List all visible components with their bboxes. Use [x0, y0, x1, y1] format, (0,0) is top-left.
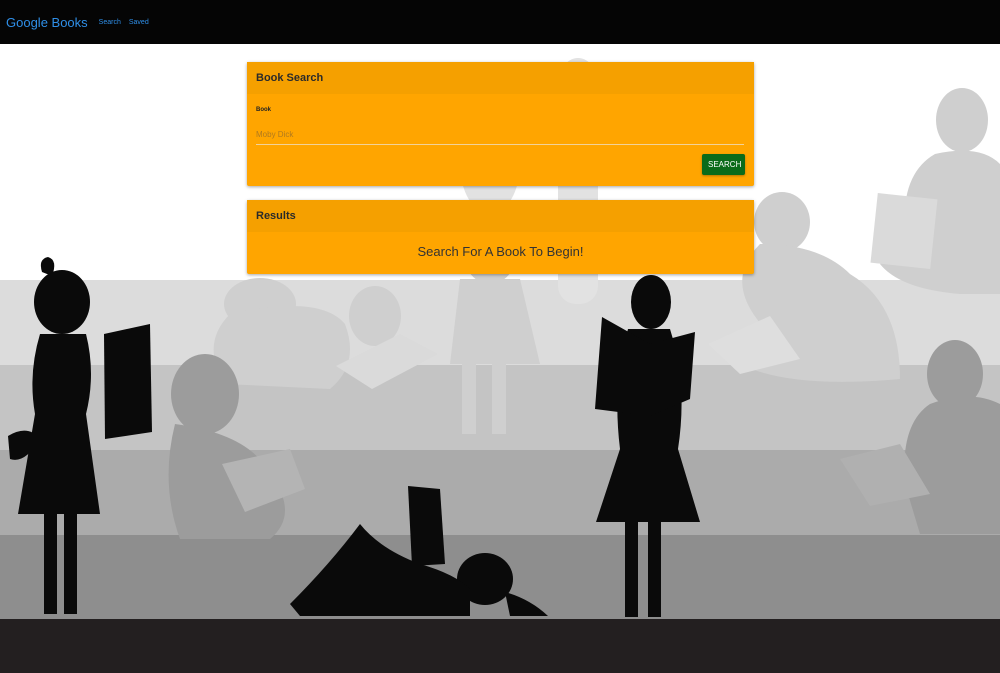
results-card: Results Search For A Book To Begin! — [247, 200, 754, 274]
nav-link-saved[interactable]: Saved — [129, 19, 149, 26]
book-search-input[interactable] — [256, 124, 744, 145]
search-button[interactable]: SEARCH — [702, 154, 745, 175]
book-search-card-title: Book Search — [247, 62, 754, 94]
book-field-label: Book — [256, 107, 271, 113]
brand-link[interactable]: Google Books — [6, 15, 88, 30]
results-empty-message: Search For A Book To Begin! — [417, 244, 584, 259]
book-search-card: Book Search Book SEARCH — [247, 62, 754, 186]
nav-link-search[interactable]: Search — [99, 19, 121, 26]
results-card-title: Results — [247, 200, 754, 232]
navbar: Google Books Search Saved — [0, 0, 1000, 44]
